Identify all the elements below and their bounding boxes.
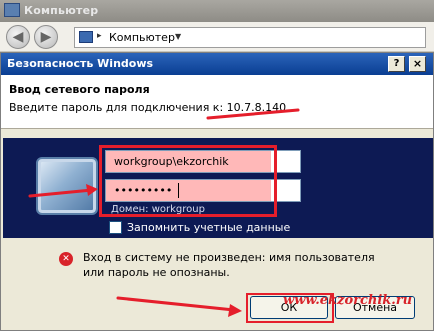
windows-security-dialog: Безопасность Windows ? × Ввод сетевого п…	[0, 52, 434, 331]
address-text: Компьютер	[109, 31, 175, 44]
explorer-navbar: ◀ ▶ ▸ Компьютер ▼	[0, 22, 434, 52]
header-title: Ввод сетевого пароля	[9, 83, 150, 96]
close-button[interactable]: ×	[409, 56, 426, 72]
forward-arrow-icon[interactable]: ▶	[34, 25, 58, 49]
error-icon: ✕	[59, 252, 73, 266]
monitor-icon	[36, 157, 98, 215]
address-bar[interactable]: ▸ Компьютер ▼	[74, 27, 426, 48]
remember-label[interactable]: Запомнить учетные данные	[127, 221, 290, 234]
help-button[interactable]: ?	[388, 56, 405, 72]
computer-icon	[79, 31, 93, 43]
watermark-text: www.ekzorchik.ru	[283, 293, 413, 308]
back-arrow-icon[interactable]: ◀	[6, 25, 30, 49]
annotation-highlight-box	[99, 145, 277, 217]
computer-icon	[4, 3, 20, 17]
header-prompt: Введите пароль для подключения к: 10.7.8…	[9, 101, 287, 114]
explorer-titlebar: Компьютер	[0, 0, 434, 22]
dialog-titlebar: Безопасность Windows ? ×	[1, 53, 433, 75]
error-message: Вход в систему не произведен: имя пользо…	[83, 251, 375, 279]
explorer-title: Компьютер	[24, 4, 99, 17]
chevron-down-icon[interactable]: ▼	[175, 32, 181, 41]
breadcrumb-separator-icon: ▸	[97, 31, 102, 41]
dialog-title: Безопасность Windows	[7, 57, 154, 70]
remember-checkbox[interactable]	[109, 221, 122, 234]
dialog-header: Ввод сетевого пароля Введите пароль для …	[1, 75, 433, 129]
